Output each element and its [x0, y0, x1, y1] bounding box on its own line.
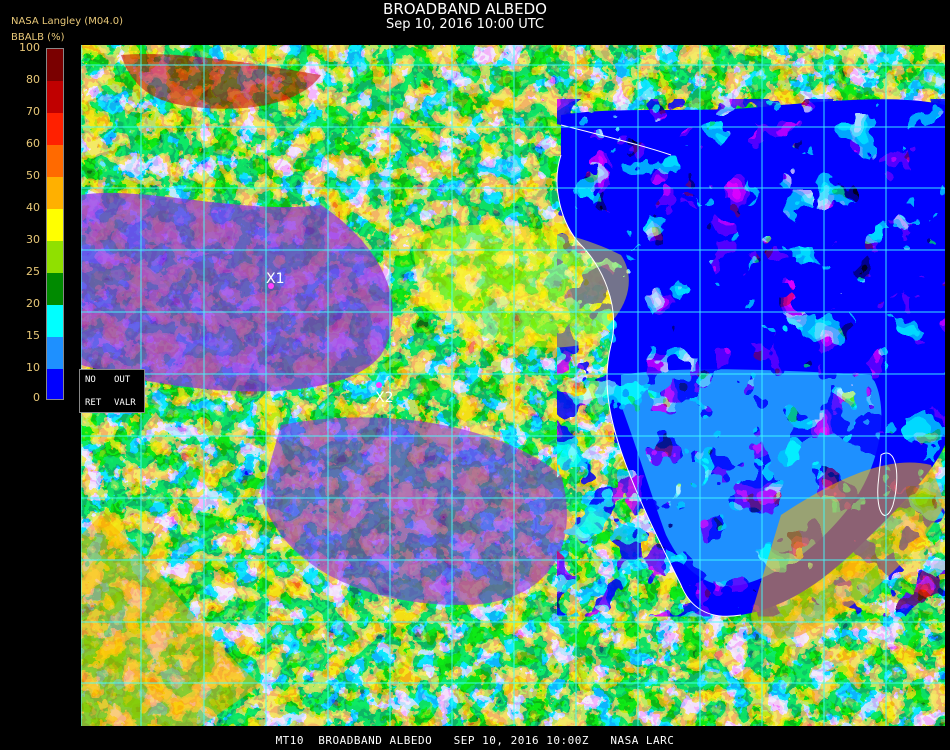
colorbar-band-15-20 — [47, 305, 63, 337]
footer-caption: MT10 BROADBAND ALBEDO SEP 10, 2016 10:00… — [275, 734, 675, 747]
colorbar-band-50-60 — [47, 145, 63, 177]
colorbar-tick: 0 — [33, 391, 40, 404]
marker-x2-dot — [376, 382, 382, 388]
colorbar-band-40-50 — [47, 177, 63, 209]
colorbar-band-0-10 — [47, 369, 63, 399]
colorbar-tick: 20 — [26, 297, 40, 310]
legend-valr: VALR — [114, 398, 136, 408]
colorbar-tick: 25 — [26, 265, 40, 278]
colorbar-band-10-15 — [47, 337, 63, 369]
colorbar-tick: 40 — [26, 201, 40, 214]
map-title: BROADBAND ALBEDO — [383, 0, 547, 18]
legend-ret: RET — [85, 398, 102, 408]
colorbar-tick: 60 — [26, 137, 40, 150]
colorbar-ticks: 100 80 70 60 50 40 30 25 20 15 10 0 — [0, 0, 44, 420]
colorbar-tick: 15 — [26, 329, 40, 342]
colorbar-tick: 50 — [26, 169, 40, 182]
legend-out: OUT — [114, 375, 131, 385]
colorbar — [46, 48, 64, 400]
colorbar-tick: 10 — [26, 361, 40, 374]
colorbar-band-25-30 — [47, 241, 63, 273]
colorbar-band-70-80 — [47, 81, 63, 113]
colorbar-tick: 70 — [26, 105, 40, 118]
colorbar-band-60-70 — [47, 113, 63, 145]
colorbar-tick: 100 — [19, 41, 40, 54]
map-timestamp: Sep 10, 2016 10:00 UTC — [385, 17, 545, 32]
colorbar-tick: 30 — [26, 233, 40, 246]
marker-x2-label: X2 — [375, 390, 394, 406]
retrieval-legend: NO OUT RET VALR — [79, 369, 145, 413]
marker-x1-label: X1 — [266, 271, 285, 287]
albedo-map: X1 X2 — [81, 45, 945, 726]
colorbar-band-30-40 — [47, 209, 63, 241]
colorbar-tick: 80 — [26, 73, 40, 86]
colorbar-band-20-25 — [47, 273, 63, 305]
legend-no: NO — [85, 375, 96, 385]
colorbar-band-80-100 — [47, 49, 63, 81]
